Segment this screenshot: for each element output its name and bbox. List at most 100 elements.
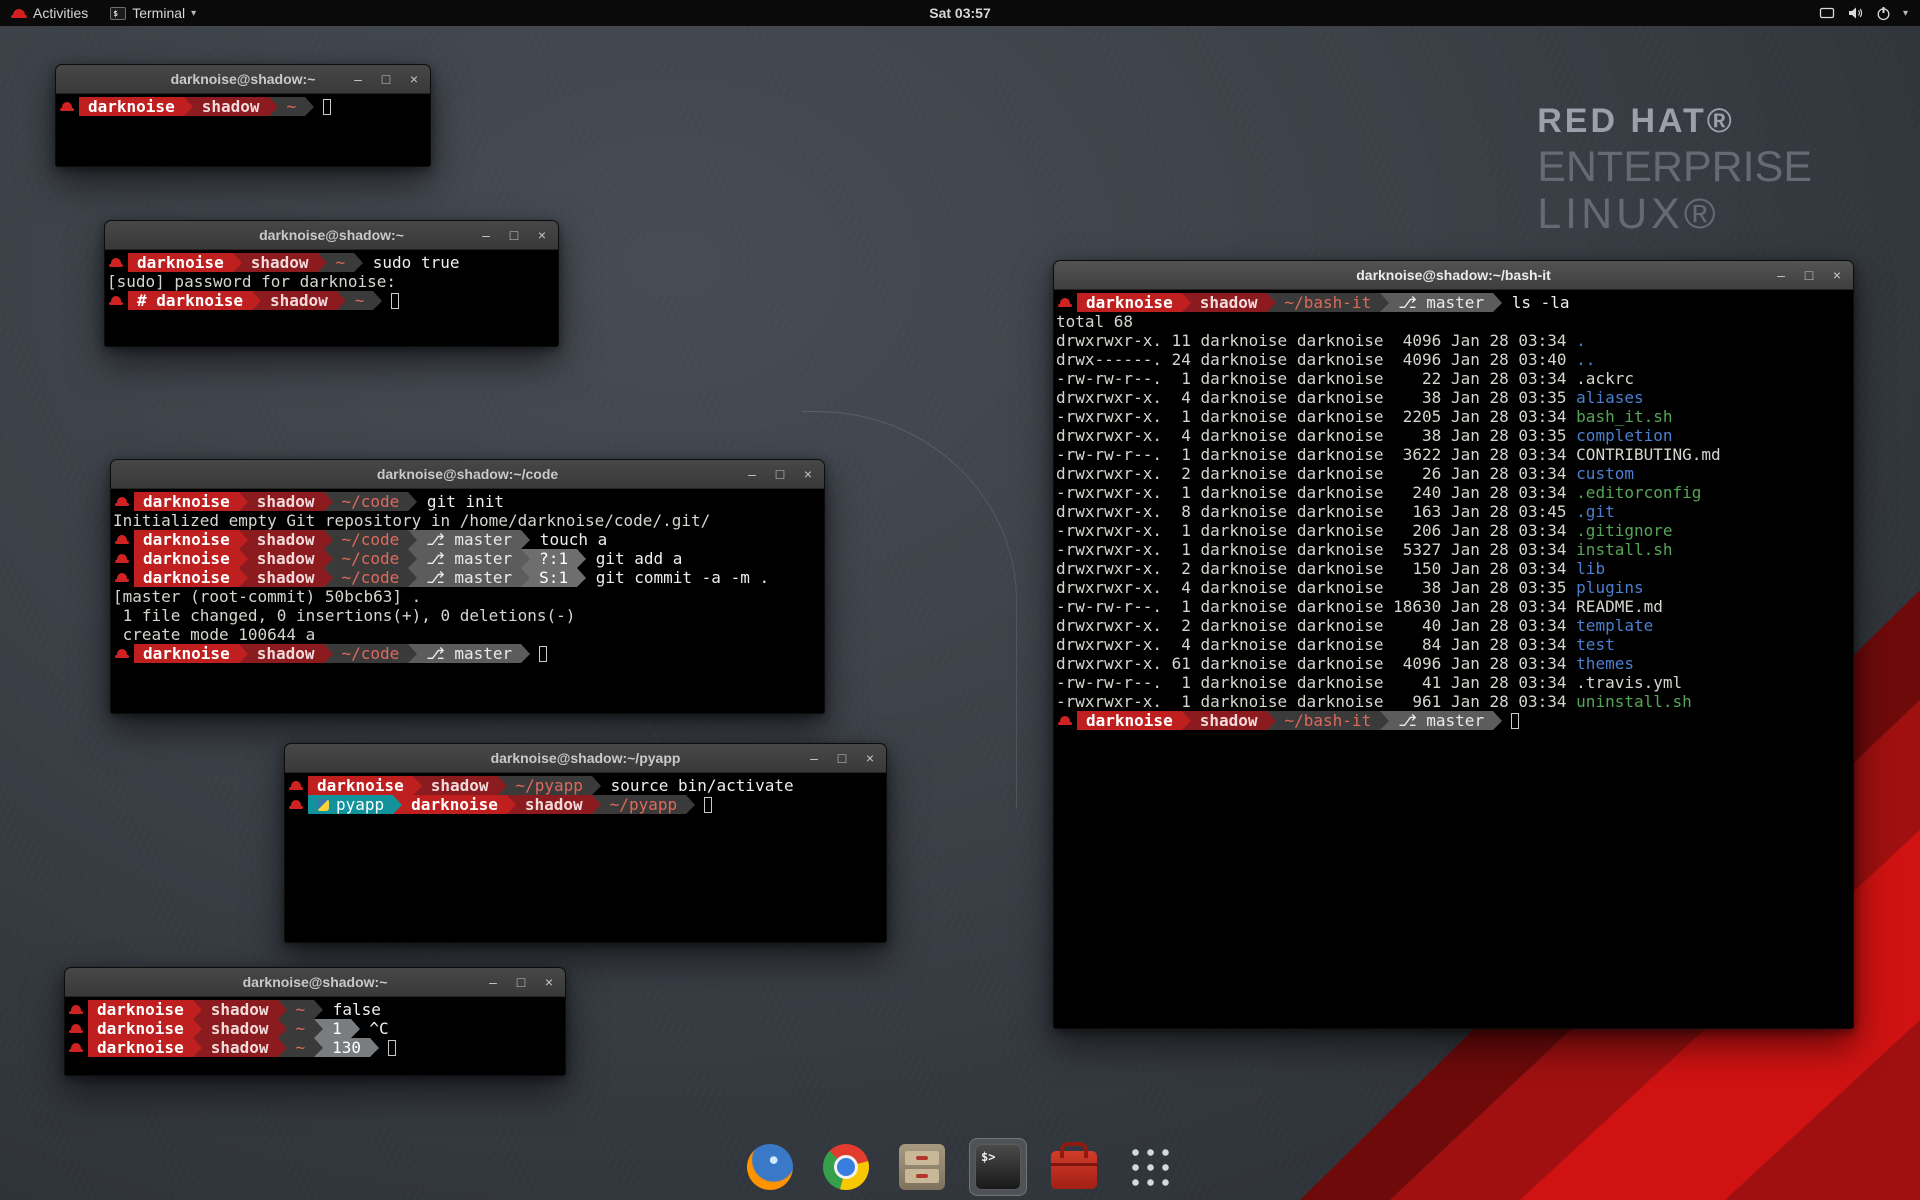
terminal-window[interactable]: darknoise@shadow:~–□×darknoiseshadow~ fa… [64,967,566,1076]
terminal-text: .gitignore [1576,521,1672,540]
close-button[interactable]: × [541,975,557,989]
firefox-launcher[interactable] [741,1138,799,1196]
prompt-line: darknoiseshadow~/code⎇ masterS:1 git com… [113,568,822,587]
terminal-text: drwxrwxr-x. 4 darknoise darknoise 84 Jan… [1056,635,1576,654]
window-titlebar[interactable]: darknoise@shadow:~–□× [56,65,430,94]
redhat-prompt-icon [289,779,303,793]
minimize-button[interactable]: – [744,467,760,481]
close-button[interactable]: × [534,228,550,242]
files-launcher[interactable] [893,1138,951,1196]
maximize-button[interactable]: □ [834,751,850,765]
terminal-text: -rwxrwxr-x. 1 darknoise darknoise 206 Ja… [1056,521,1576,540]
terminal-body[interactable]: darknoiseshadow~/bash-it⎇ master ls -lat… [1054,290,1853,730]
terminal-body[interactable]: darknoiseshadow~ sudo true[sudo] passwor… [105,250,558,310]
powerline-separator-icon [1493,293,1502,312]
prompt-line: # darknoiseshadow~ [107,291,556,310]
powerline-separator-icon [507,795,516,814]
powerline-separator-icon [577,568,586,587]
terminal-window[interactable]: darknoise@shadow:~/code–□×darknoiseshado… [110,459,825,714]
prompt-segment-user: darknoise [134,549,239,568]
prompt-segment-user: darknoise [88,1000,193,1019]
powerline-separator-icon [324,568,333,587]
prompt-segment-path: ~/code [333,568,409,587]
terminal-window[interactable]: darknoise@shadow:~/bash-it–□×darknoisesh… [1053,260,1854,1029]
powerline-separator-icon [408,530,417,549]
app-menu[interactable]: $ Terminal ▾ [99,0,207,26]
output-line: 1 file changed, 0 insertions(+), 0 delet… [113,606,822,625]
prompt-segment-host: shadow [193,97,269,116]
maximize-button[interactable]: □ [506,228,522,242]
terminal-text: completion [1576,426,1672,445]
redhat-prompt-icon [109,294,123,308]
window-controls: –□ × [1773,261,1845,289]
maximize-button[interactable]: □ [1801,268,1817,282]
powerline-separator-icon [498,776,507,795]
terminal-window[interactable]: darknoise@shadow:~–□×darknoiseshadow~ [55,64,431,167]
close-button[interactable]: × [800,467,816,481]
terminal-text: custom [1576,464,1634,483]
window-title: darknoise@shadow:~ [259,227,404,243]
minimize-button[interactable]: – [806,751,822,765]
minimize-button[interactable]: – [350,72,366,86]
prompt-line: darknoiseshadow~/code⎇ master [113,644,822,663]
powerline-separator-icon [592,776,601,795]
maximize-button[interactable]: □ [772,467,788,481]
terminal-text: -rwxrwxr-x. 1 darknoise darknoise 5327 J… [1056,540,1576,559]
app-grid-launcher[interactable] [1121,1138,1179,1196]
window-titlebar[interactable]: darknoise@shadow:~–□× [65,968,565,997]
terminal-body[interactable]: darknoiseshadow~/pyapp source bin/activa… [285,773,886,814]
clock[interactable]: Sat 03:57 [929,0,990,26]
terminal-window[interactable]: darknoise@shadow:~ –□ × darknoiseshadow~ su… [104,220,559,347]
terminal-text: .travis.yml [1576,673,1682,692]
window-titlebar[interactable]: darknoise@shadow:~/bash-it–□× [1054,261,1853,290]
terminal-window[interactable]: darknoise@shadow:~/pyapp –□ × darknoiseshad… [284,743,887,943]
minimize-button[interactable]: – [485,975,501,989]
prompt-segment-user: darknoise [1077,711,1182,730]
close-button[interactable]: × [406,72,422,86]
redhat-prompt-icon [115,552,129,566]
window-controls: –□ × [806,744,878,772]
maximize-button[interactable]: □ [378,72,394,86]
window-titlebar[interactable]: darknoise@shadow:~/pyapp –□ × [285,744,886,773]
toolbox-launcher[interactable] [1045,1138,1103,1196]
terminal-text: -rw-rw-r--. 1 darknoise darknoise 18630 … [1056,597,1576,616]
powerline-separator-icon [521,644,530,663]
minimize-button[interactable]: – [478,228,494,242]
terminal-text: .git [1576,502,1615,521]
terminal-text: drwxrwxr-x. 4 darknoise darknoise 38 Jan… [1056,388,1576,407]
terminal-text: uninstall.sh [1576,692,1692,711]
output-line: -rwxrwxr-x. 1 darknoise darknoise 5327 J… [1056,540,1851,559]
output-line: -rw-rw-r--. 1 darknoise darknoise 3622 J… [1056,445,1851,464]
terminal-body[interactable]: darknoiseshadow~ falsedarknoiseshadow~1 … [65,997,565,1057]
prompt-line: darknoiseshadow~130 [67,1038,563,1057]
terminal-body[interactable]: darknoiseshadow~ [56,94,430,116]
prompt-line: darknoiseshadow~1 ^C [67,1019,563,1038]
close-button[interactable]: × [1829,268,1845,282]
output-line: [sudo] password for darknoise: [107,272,556,291]
terminal-text: -rw-rw-r--. 1 darknoise darknoise 3622 J… [1056,445,1576,464]
window-title: darknoise@shadow:~/pyapp [491,750,681,766]
powerline-separator-icon [269,97,278,116]
maximize-button[interactable]: □ [513,975,529,989]
chrome-icon [823,1144,869,1190]
window-titlebar[interactable]: darknoise@shadow:~ –□ × [105,221,558,250]
powerline-separator-icon [370,1038,379,1057]
prompt-segment-path: ~ [287,1019,315,1038]
powerline-separator-icon [351,1019,360,1038]
activities-button[interactable]: Activities [0,0,99,26]
close-button[interactable]: × [862,751,878,765]
prompt-segment-path: ~ [278,97,306,116]
terminal-body[interactable]: darknoiseshadow~/code git initInitialize… [111,489,824,663]
prompt-segment-user: darknoise [1077,293,1182,312]
chrome-launcher[interactable] [817,1138,875,1196]
powerline-separator-icon [373,291,382,310]
prompt-segment-host: shadow [248,644,324,663]
minimize-button[interactable]: – [1773,268,1789,282]
window-titlebar[interactable]: darknoise@shadow:~/code–□× [111,460,824,489]
prompt-line: darknoiseshadow~/code⎇ master?:1 git add… [113,549,822,568]
prompt-line: darknoiseshadow~/pyapp source bin/activa… [287,776,884,795]
terminal-launcher[interactable]: $> [969,1138,1027,1196]
powerline-separator-icon [413,776,422,795]
command-text: git commit -a -m . [586,568,769,587]
system-menu[interactable]: ▾ [1807,0,1920,26]
